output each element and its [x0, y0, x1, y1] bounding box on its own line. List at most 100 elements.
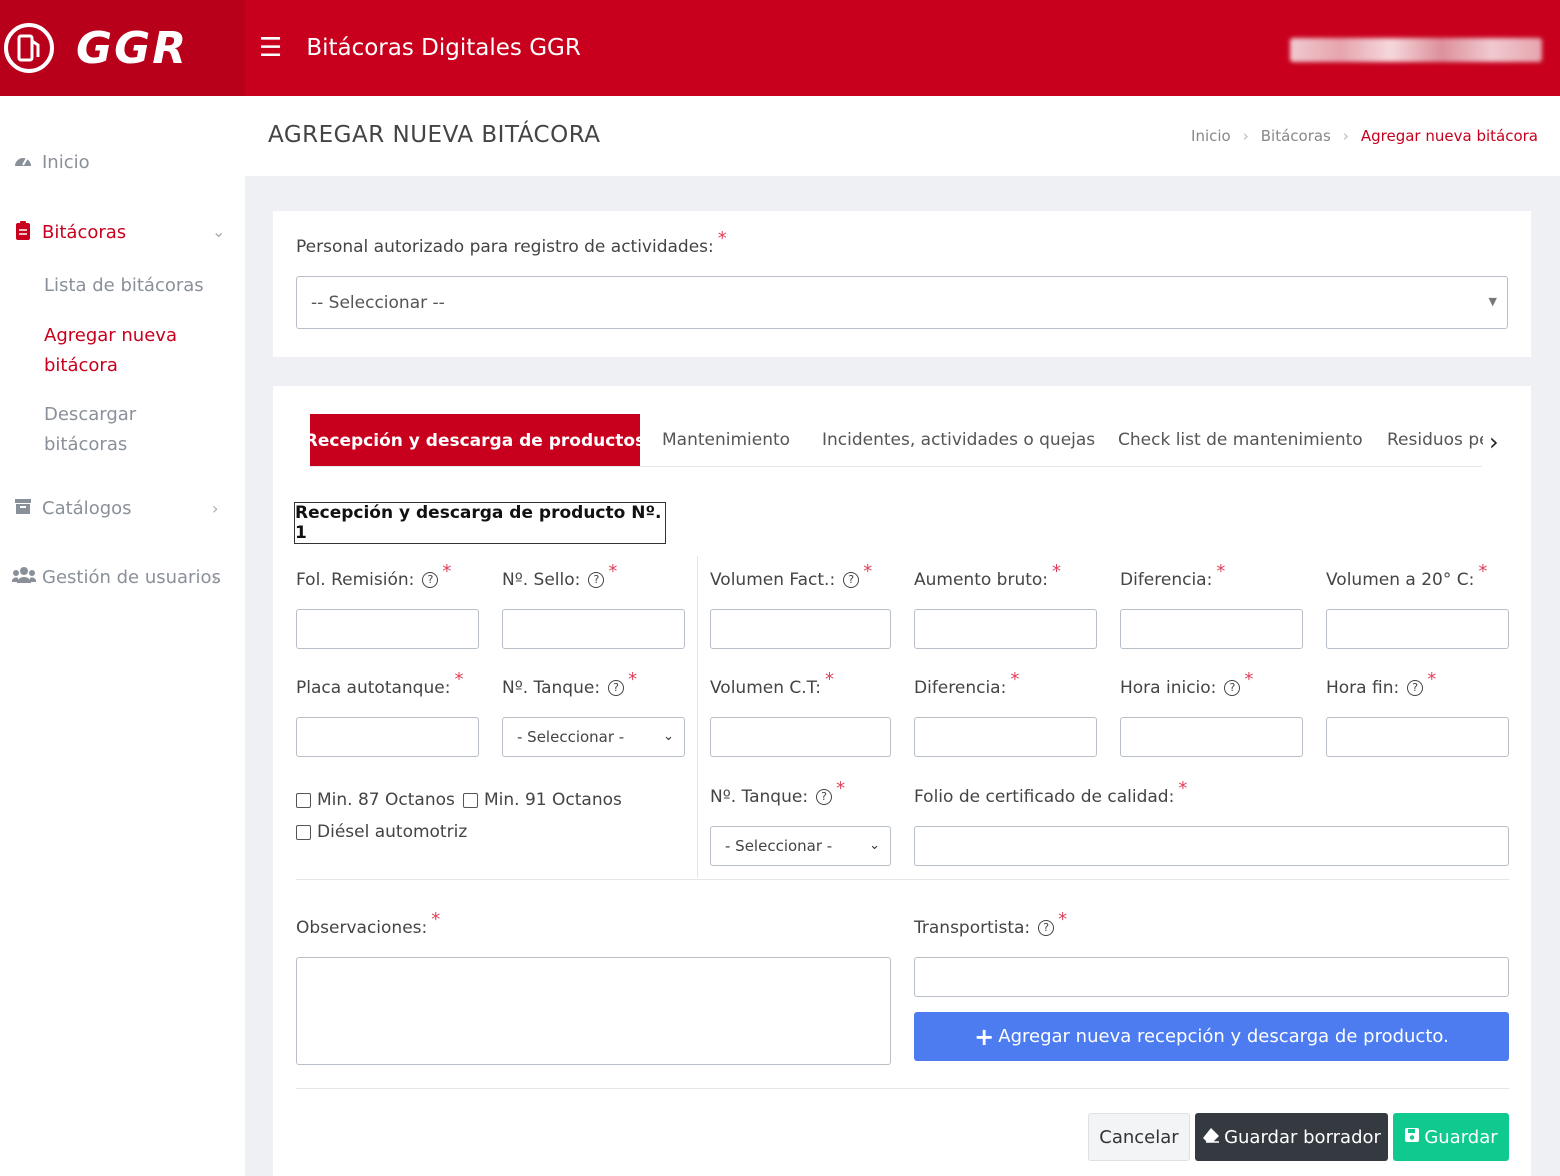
sidebar-item-gestion[interactable]: Gestión de usuarios	[11, 566, 221, 589]
cancel-button[interactable]: Cancelar	[1088, 1113, 1190, 1161]
fol-remision-input[interactable]	[296, 609, 479, 649]
question-circle-icon[interactable]: ?	[1224, 680, 1241, 696]
chevron-right-icon[interactable]: ›	[212, 499, 218, 518]
caret-down-icon: ▼	[1488, 295, 1497, 308]
checkbox-box[interactable]	[296, 824, 311, 840]
save-draft-button[interactable]: Guardar borrador	[1195, 1113, 1388, 1161]
section-title: Recepción y descarga de producto Nº. 1	[294, 502, 666, 544]
breadcrumb-inicio[interactable]: Inicio	[1191, 127, 1231, 145]
no-tanque-select[interactable]: - Seleccionar - ⌄	[502, 717, 685, 757]
plus-icon: +	[974, 1022, 995, 1051]
hora-fin-input[interactable]	[1326, 717, 1509, 757]
sidebar-item-label: Inicio	[42, 152, 90, 173]
column-divider	[697, 556, 698, 878]
chevron-down-icon: ⌄	[869, 838, 880, 853]
checkbox-87-octanos[interactable]: Min. 87 Octanos	[296, 790, 455, 810]
sidebar-item-catalogos[interactable]: Catálogos	[12, 497, 132, 520]
top-bar: GGR ☰ Bitácoras Digitales GGR	[0, 0, 1560, 96]
diferencia-input[interactable]	[1120, 609, 1303, 649]
sidebar-subitem-agregar[interactable]: Agregar nueva bitácora	[44, 321, 194, 381]
personal-select[interactable]: -- Seleccionar -- ▼	[296, 276, 1508, 329]
hora-fin-label: Hora fin:? *	[1326, 669, 1437, 698]
question-circle-icon[interactable]: ?	[1038, 920, 1055, 936]
hamburger-icon[interactable]: ☰	[259, 33, 282, 63]
transportista-input[interactable]	[914, 957, 1509, 997]
folio-cert-input[interactable]	[914, 826, 1509, 866]
question-circle-icon[interactable]: ?	[843, 572, 860, 588]
user-menu[interactable]	[1290, 38, 1542, 62]
question-circle-icon[interactable]: ?	[422, 572, 439, 588]
chevron-right-icon[interactable]: ›	[212, 568, 218, 587]
add-recepcion-button[interactable]: + Agregar nueva recepción y descarga de p…	[914, 1012, 1509, 1061]
sidebar-item-label: Bitácoras	[42, 222, 127, 243]
volumen-ct-input[interactable]	[710, 717, 891, 757]
save-button[interactable]: Guardar	[1393, 1113, 1509, 1161]
volumen-ct-label: Volumen C.T: *	[710, 669, 834, 698]
fol-remision-label: Fol. Remisión:? *	[296, 561, 452, 590]
brand[interactable]: GGR	[0, 0, 245, 96]
chevron-right-icon: ›	[1242, 127, 1249, 145]
clipboard-icon	[12, 220, 34, 245]
chevron-right-icon[interactable]: ›	[1489, 428, 1499, 456]
app-title: Bitácoras Digitales GGR	[306, 35, 581, 61]
archive-icon	[12, 497, 34, 520]
form-divider	[296, 879, 1509, 880]
personal-label: Personal autorizado para registro de act…	[296, 228, 727, 257]
chevron-down-icon[interactable]: ⌄	[212, 222, 225, 241]
transportista-label: Transportista:? *	[914, 909, 1068, 938]
breadcrumb-bitacoras[interactable]: Bitácoras	[1261, 127, 1331, 145]
question-circle-icon[interactable]: ?	[608, 680, 625, 696]
observaciones-textarea[interactable]	[296, 957, 891, 1065]
page-title: AGREGAR NUEVA BITÁCORA	[268, 122, 601, 148]
checkbox-91-octanos[interactable]: Min. 91 Octanos	[463, 790, 622, 810]
eraser-icon	[1202, 1127, 1220, 1148]
tab-residuos[interactable]: Residuos pe	[1387, 430, 1483, 450]
breadcrumb-current: Agregar nueva bitácora	[1360, 127, 1538, 145]
footer-divider	[296, 1088, 1509, 1089]
tab-incidentes[interactable]: Incidentes, actividades o quejas	[822, 430, 1095, 450]
diferencia-ct-input[interactable]	[914, 717, 1097, 757]
sidebar-item-bitacoras[interactable]: Bitácoras	[12, 220, 126, 245]
no-tanque-2-label: Nº. Tanque:? *	[710, 778, 846, 807]
aumento-bruto-label: Aumento bruto: *	[914, 561, 1062, 590]
checkbox-box[interactable]	[463, 792, 478, 808]
hora-inicio-label: Hora inicio:? *	[1120, 669, 1254, 698]
chevron-down-icon: ⌄	[663, 729, 674, 744]
sidebar-item-label: Gestión de usuarios	[42, 567, 221, 588]
placa-label: Placa autotanque: *	[296, 669, 464, 698]
tab-checklist[interactable]: Check list de mantenimiento	[1118, 430, 1363, 450]
tabs-divider	[310, 466, 1482, 467]
volumen-20-label: Volumen a 20° C: *	[1326, 561, 1488, 590]
users-icon	[11, 566, 37, 589]
floppy-disk-icon	[1404, 1127, 1420, 1148]
checkbox-diesel[interactable]: Diésel automotriz	[296, 822, 467, 842]
sidebar	[0, 96, 245, 1176]
no-tanque-2-select[interactable]: - Seleccionar - ⌄	[710, 826, 891, 866]
no-tanque-label: Nº. Tanque:? *	[502, 669, 638, 698]
folio-cert-label: Folio de certificado de calidad: *	[914, 778, 1188, 807]
placa-input[interactable]	[296, 717, 479, 757]
volumen-fact-input[interactable]	[710, 609, 891, 649]
brand-name: GGR	[76, 22, 189, 74]
hora-inicio-input[interactable]	[1120, 717, 1303, 757]
checkbox-box[interactable]	[296, 792, 311, 808]
diferencia-label: Diferencia: *	[1120, 561, 1226, 590]
tab-recepcion[interactable]: Recepción y descarga de productos	[305, 414, 645, 467]
observaciones-label: Observaciones: *	[296, 909, 441, 938]
tab-mantenimiento[interactable]: Mantenimiento	[662, 430, 790, 450]
question-circle-icon[interactable]: ?	[588, 572, 605, 588]
volumen-fact-label: Volumen Fact.:? *	[710, 561, 873, 590]
volumen-20-input[interactable]	[1326, 609, 1509, 649]
question-circle-icon[interactable]: ?	[1407, 680, 1424, 696]
sidebar-subitem-lista[interactable]: Lista de bitácoras	[44, 271, 224, 301]
aumento-bruto-input[interactable]	[914, 609, 1097, 649]
sidebar-item-label: Catálogos	[42, 498, 132, 519]
sidebar-subitem-descargar[interactable]: Descargar bitácoras	[44, 400, 164, 460]
no-sello-label: Nº. Sello:? *	[502, 561, 618, 590]
question-circle-icon[interactable]: ?	[816, 789, 833, 805]
sidebar-item-inicio[interactable]: Inicio	[12, 151, 90, 174]
diferencia-ct-label: Diferencia: *	[914, 669, 1020, 698]
no-sello-input[interactable]	[502, 609, 685, 649]
chevron-right-icon: ›	[1342, 127, 1349, 145]
dashboard-icon	[12, 151, 34, 174]
